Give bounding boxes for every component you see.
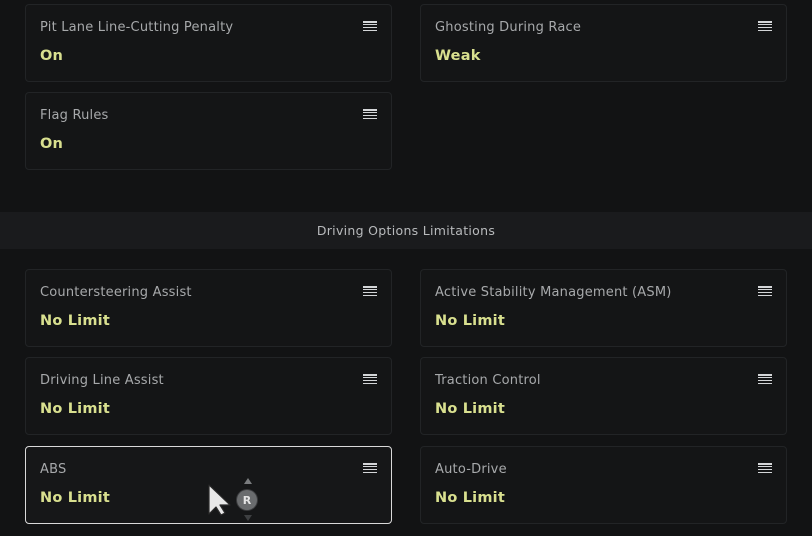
setting-pit-lane-line-cutting-penalty[interactable]: Pit Lane Line-Cutting Penalty On: [25, 4, 392, 82]
list-menu-icon[interactable]: [758, 463, 772, 476]
option-active-stability-management[interactable]: Active Stability Management (ASM) No Lim…: [420, 269, 787, 347]
list-menu-icon[interactable]: [363, 374, 377, 387]
list-menu-icon[interactable]: [758, 21, 772, 34]
section-header: Driving Options Limitations: [0, 212, 812, 249]
race-settings-page: Pit Lane Line-Cutting Penalty On Ghostin…: [0, 0, 812, 536]
arrow-down-icon: [244, 515, 252, 521]
setting-value: On: [40, 136, 64, 152]
option-countersteering-assist[interactable]: Countersteering Assist No Limit: [25, 269, 392, 347]
option-value: No Limit: [40, 490, 110, 506]
setting-ghosting-during-race[interactable]: Ghosting During Race Weak: [420, 4, 787, 82]
option-label: Auto-Drive: [435, 462, 507, 477]
section-title: Driving Options Limitations: [316, 223, 496, 238]
setting-flag-rules[interactable]: Flag Rules On: [25, 92, 392, 170]
pointer-cursor-icon: [208, 484, 231, 516]
option-value: No Limit: [40, 313, 110, 329]
setting-label: Ghosting During Race: [435, 20, 582, 35]
option-value: No Limit: [435, 490, 505, 506]
option-label: Countersteering Assist: [40, 285, 192, 300]
option-auto-drive[interactable]: Auto-Drive No Limit: [420, 446, 787, 524]
list-menu-icon[interactable]: [363, 463, 377, 476]
list-menu-icon[interactable]: [758, 286, 772, 299]
setting-value: Weak: [435, 48, 481, 64]
setting-label: Flag Rules: [40, 108, 109, 123]
option-driving-line-assist[interactable]: Driving Line Assist No Limit: [25, 357, 392, 435]
option-traction-control[interactable]: Traction Control No Limit: [420, 357, 787, 435]
r-stick-button: R: [237, 490, 257, 510]
arrow-up-icon: [244, 478, 252, 484]
option-label: Active Stability Management (ASM): [435, 285, 672, 300]
setting-value: On: [40, 48, 64, 64]
option-value: No Limit: [435, 401, 505, 417]
option-value: No Limit: [435, 313, 505, 329]
option-label: ABS: [40, 462, 67, 477]
option-label: Traction Control: [435, 373, 541, 388]
setting-label: Pit Lane Line-Cutting Penalty: [40, 20, 234, 35]
option-value: No Limit: [40, 401, 110, 417]
list-menu-icon[interactable]: [758, 374, 772, 387]
list-menu-icon[interactable]: [363, 109, 377, 122]
list-menu-icon[interactable]: [363, 21, 377, 34]
option-label: Driving Line Assist: [40, 373, 164, 388]
list-menu-icon[interactable]: [363, 286, 377, 299]
